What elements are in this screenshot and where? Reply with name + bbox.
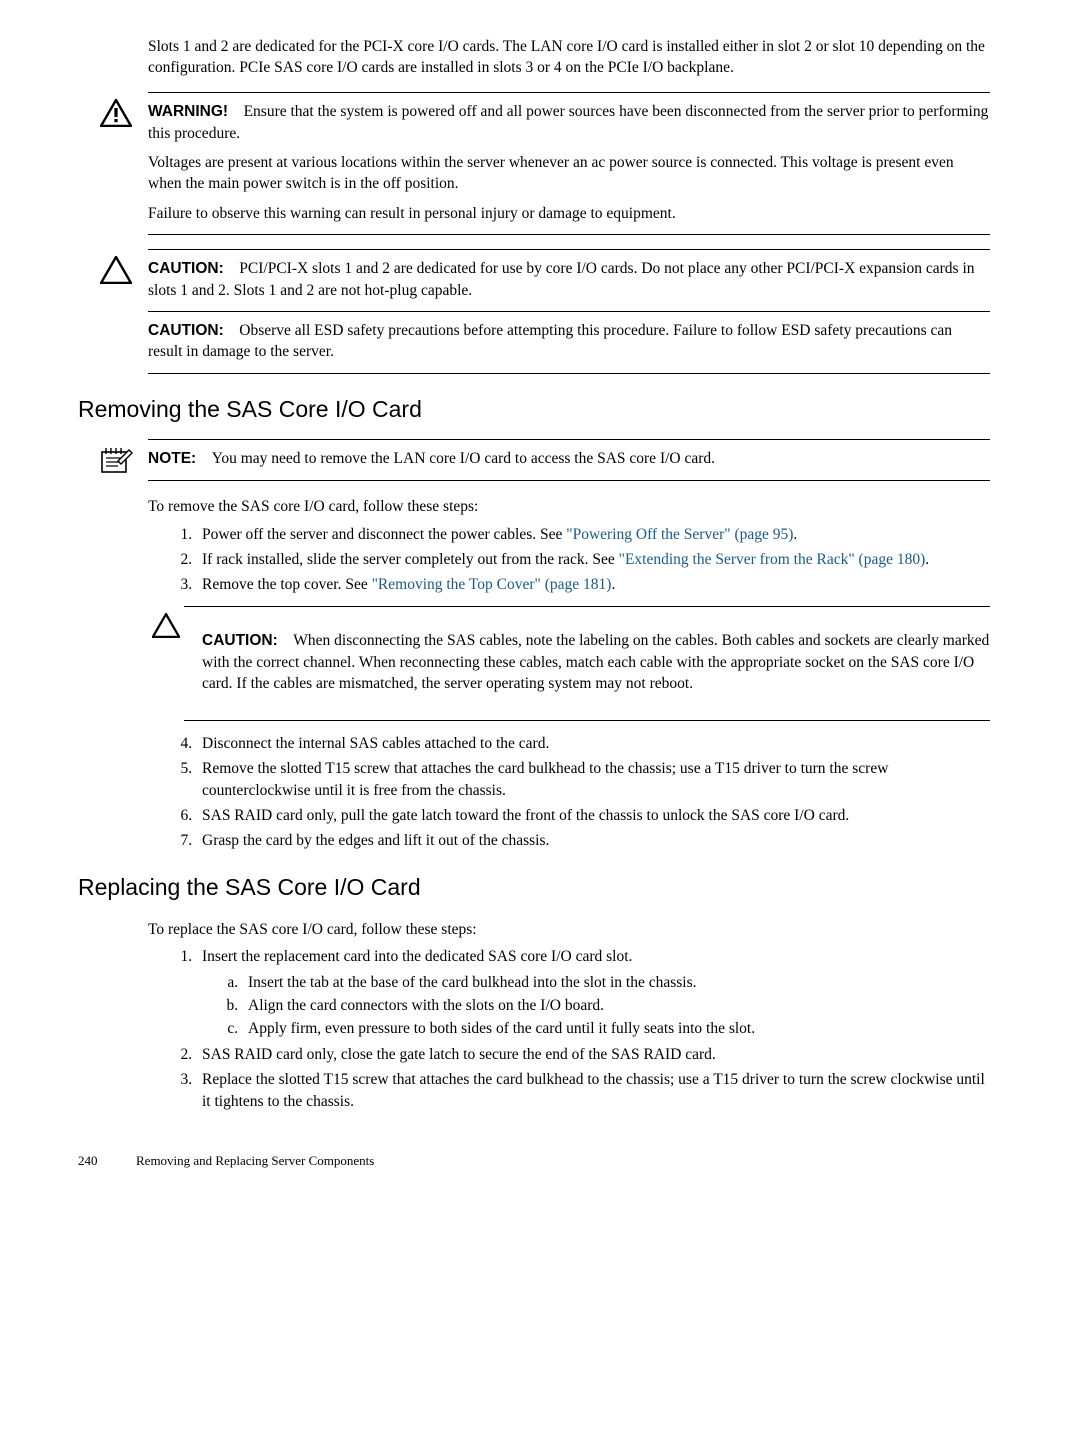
footer-title: Removing and Replacing Server Components bbox=[136, 1153, 374, 1168]
remove-lead: To remove the SAS core I/O card, follow … bbox=[148, 496, 990, 517]
replace-step-1c: Apply firm, even pressure to both sides … bbox=[242, 1018, 990, 1039]
intro-paragraph: Slots 1 and 2 are dedicated for the PCI-… bbox=[148, 36, 990, 79]
section-heading-removing: Removing the SAS Core I/O Card bbox=[78, 394, 990, 426]
replace-step-1: Insert the replacement card into the ded… bbox=[196, 946, 990, 1040]
warning-block: WARNING! Ensure that the system is power… bbox=[148, 92, 990, 235]
replace-step-2: SAS RAID card only, close the gate latch… bbox=[196, 1044, 990, 1065]
replace-step-1b: Align the card connectors with the slots… bbox=[242, 995, 990, 1016]
note-label: NOTE: bbox=[148, 450, 196, 467]
replace-substeps: Insert the tab at the base of the card b… bbox=[202, 972, 990, 1040]
warning-text-3: Failure to observe this warning can resu… bbox=[148, 203, 990, 224]
replace-step-1a: Insert the tab at the base of the card b… bbox=[242, 972, 990, 993]
caution-text-2: Observe all ESD safety precautions befor… bbox=[148, 322, 952, 360]
section-heading-replacing: Replacing the SAS Core I/O Card bbox=[78, 872, 990, 904]
warning-icon bbox=[98, 99, 134, 127]
caution-icon bbox=[98, 256, 134, 284]
replace-steps: Insert the replacement card into the ded… bbox=[148, 946, 990, 1112]
xref-power-off[interactable]: "Powering Off the Server" (page 95) bbox=[566, 526, 793, 543]
page-footer: 240Removing and Replacing Server Compone… bbox=[78, 1152, 990, 1170]
xref-top-cover[interactable]: "Removing the Top Cover" (page 181) bbox=[372, 576, 612, 593]
replace-lead: To replace the SAS core I/O card, follow… bbox=[148, 919, 990, 940]
remove-step-1: Power off the server and disconnect the … bbox=[196, 524, 990, 545]
caution-label-2: CAUTION: bbox=[148, 322, 224, 339]
caution-block-inline: CAUTION: When disconnecting the SAS cabl… bbox=[184, 606, 990, 721]
warning-text-1: Ensure that the system is powered off an… bbox=[148, 103, 988, 141]
caution-text-1: PCI/PCI-X slots 1 and 2 are dedicated fo… bbox=[148, 260, 975, 298]
page-number: 240 bbox=[78, 1152, 136, 1170]
remove-step-2: If rack installed, slide the server comp… bbox=[196, 549, 990, 570]
remove-step-4: Disconnect the internal SAS cables attac… bbox=[196, 733, 990, 754]
note-block: NOTE: You may need to remove the LAN cor… bbox=[148, 439, 990, 480]
warning-label: WARNING! bbox=[148, 103, 228, 120]
remove-step-7: Grasp the card by the edges and lift it … bbox=[196, 830, 990, 851]
xref-extend-rack[interactable]: "Extending the Server from the Rack" (pa… bbox=[619, 551, 926, 568]
remove-step-6: SAS RAID card only, pull the gate latch … bbox=[196, 805, 990, 826]
replace-step-3: Replace the slotted T15 screw that attac… bbox=[196, 1069, 990, 1112]
caution-label: CAUTION: bbox=[148, 260, 224, 277]
caution-block-1: CAUTION: PCI/PCI-X slots 1 and 2 are ded… bbox=[148, 249, 990, 374]
note-icon bbox=[98, 446, 134, 476]
remove-step-3: Remove the top cover. See "Removing the … bbox=[196, 574, 990, 721]
caution-text-inline: When disconnecting the SAS cables, note … bbox=[202, 632, 989, 692]
remove-steps: Power off the server and disconnect the … bbox=[148, 524, 990, 852]
note-text: You may need to remove the LAN core I/O … bbox=[212, 450, 715, 467]
warning-text-2: Voltages are present at various location… bbox=[148, 152, 990, 195]
remove-step-5: Remove the slotted T15 screw that attach… bbox=[196, 758, 990, 801]
caution-label-inline: CAUTION: bbox=[202, 632, 278, 649]
caution-icon bbox=[152, 613, 180, 638]
